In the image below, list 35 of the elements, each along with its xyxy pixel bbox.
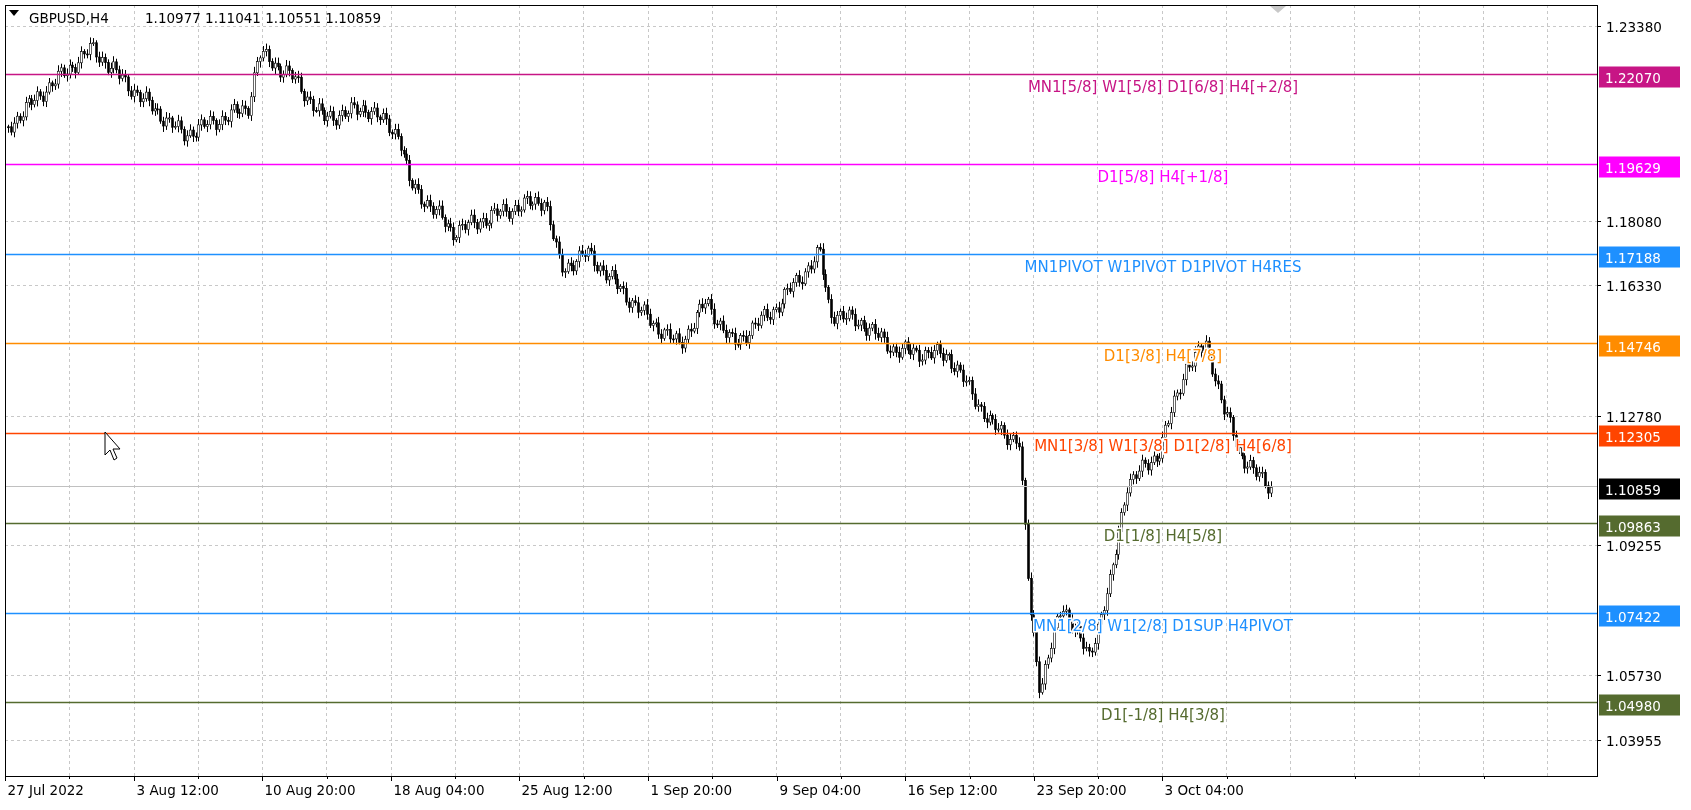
price-axis-label: 1.09255 (1606, 537, 1662, 554)
level-label: D1[5/8] H4[+1/8] (1097, 167, 1229, 186)
price-tag: 1.04980 (1599, 694, 1680, 716)
dropdown-triangle-icon[interactable] (9, 10, 19, 16)
time-axis-label: 16 Sep 12:00 (907, 782, 998, 798)
price-axis-label: 1.23380 (1606, 18, 1662, 35)
price-tag: 1.17188 (1599, 246, 1680, 268)
level-label: D1[-1/8] H4[3/8] (1101, 705, 1225, 724)
price-axis-label: 1.16330 (1606, 277, 1662, 294)
price-tag: 1.10859 (1599, 478, 1680, 500)
time-axis-label: 3 Aug 12:00 (136, 782, 219, 798)
price-tag: 1.22070 (1599, 66, 1680, 88)
mouse-cursor-icon (104, 431, 121, 461)
price-tag: 1.07422 (1599, 605, 1680, 627)
chart-shift-marker-icon[interactable] (1270, 6, 1286, 13)
level-label: MN1[5/8] W1[5/8] D1[6/8] H4[+2/8] (1027, 77, 1299, 96)
price-tag: 1.19629 (1599, 156, 1680, 178)
price-tag: 1.09863 (1599, 515, 1680, 537)
time-axis-label: 27 Jul 2022 (7, 782, 84, 798)
price-axis-label: 1.05730 (1606, 667, 1662, 684)
time-axis-label: 9 Sep 04:00 (779, 782, 862, 798)
time-axis-label: 18 Aug 04:00 (393, 782, 485, 798)
price-axis-label: 1.18080 (1606, 213, 1662, 230)
time-axis-label: 25 Aug 12:00 (521, 782, 613, 798)
chart-symbol: GBPUSD,H4 (29, 10, 109, 26)
level-label: MN1PIVOT W1PIVOT D1PIVOT H4RES (1024, 257, 1302, 276)
ohlc-values: 1.10977 1.11041 1.10551 1.10859 (145, 10, 382, 26)
price-tag: 1.12305 (1599, 425, 1680, 447)
time-axis-label: 1 Sep 20:00 (650, 782, 733, 798)
price-tag: 1.14746 (1599, 335, 1680, 357)
time-axis-label: 3 Oct 04:00 (1164, 782, 1244, 798)
time-axis-label: 23 Sep 20:00 (1036, 782, 1127, 798)
price-axis-label: 1.03955 (1606, 732, 1662, 749)
price-axis-label: 1.12780 (1606, 408, 1662, 425)
time-axis-label: 10 Aug 20:00 (264, 782, 356, 798)
